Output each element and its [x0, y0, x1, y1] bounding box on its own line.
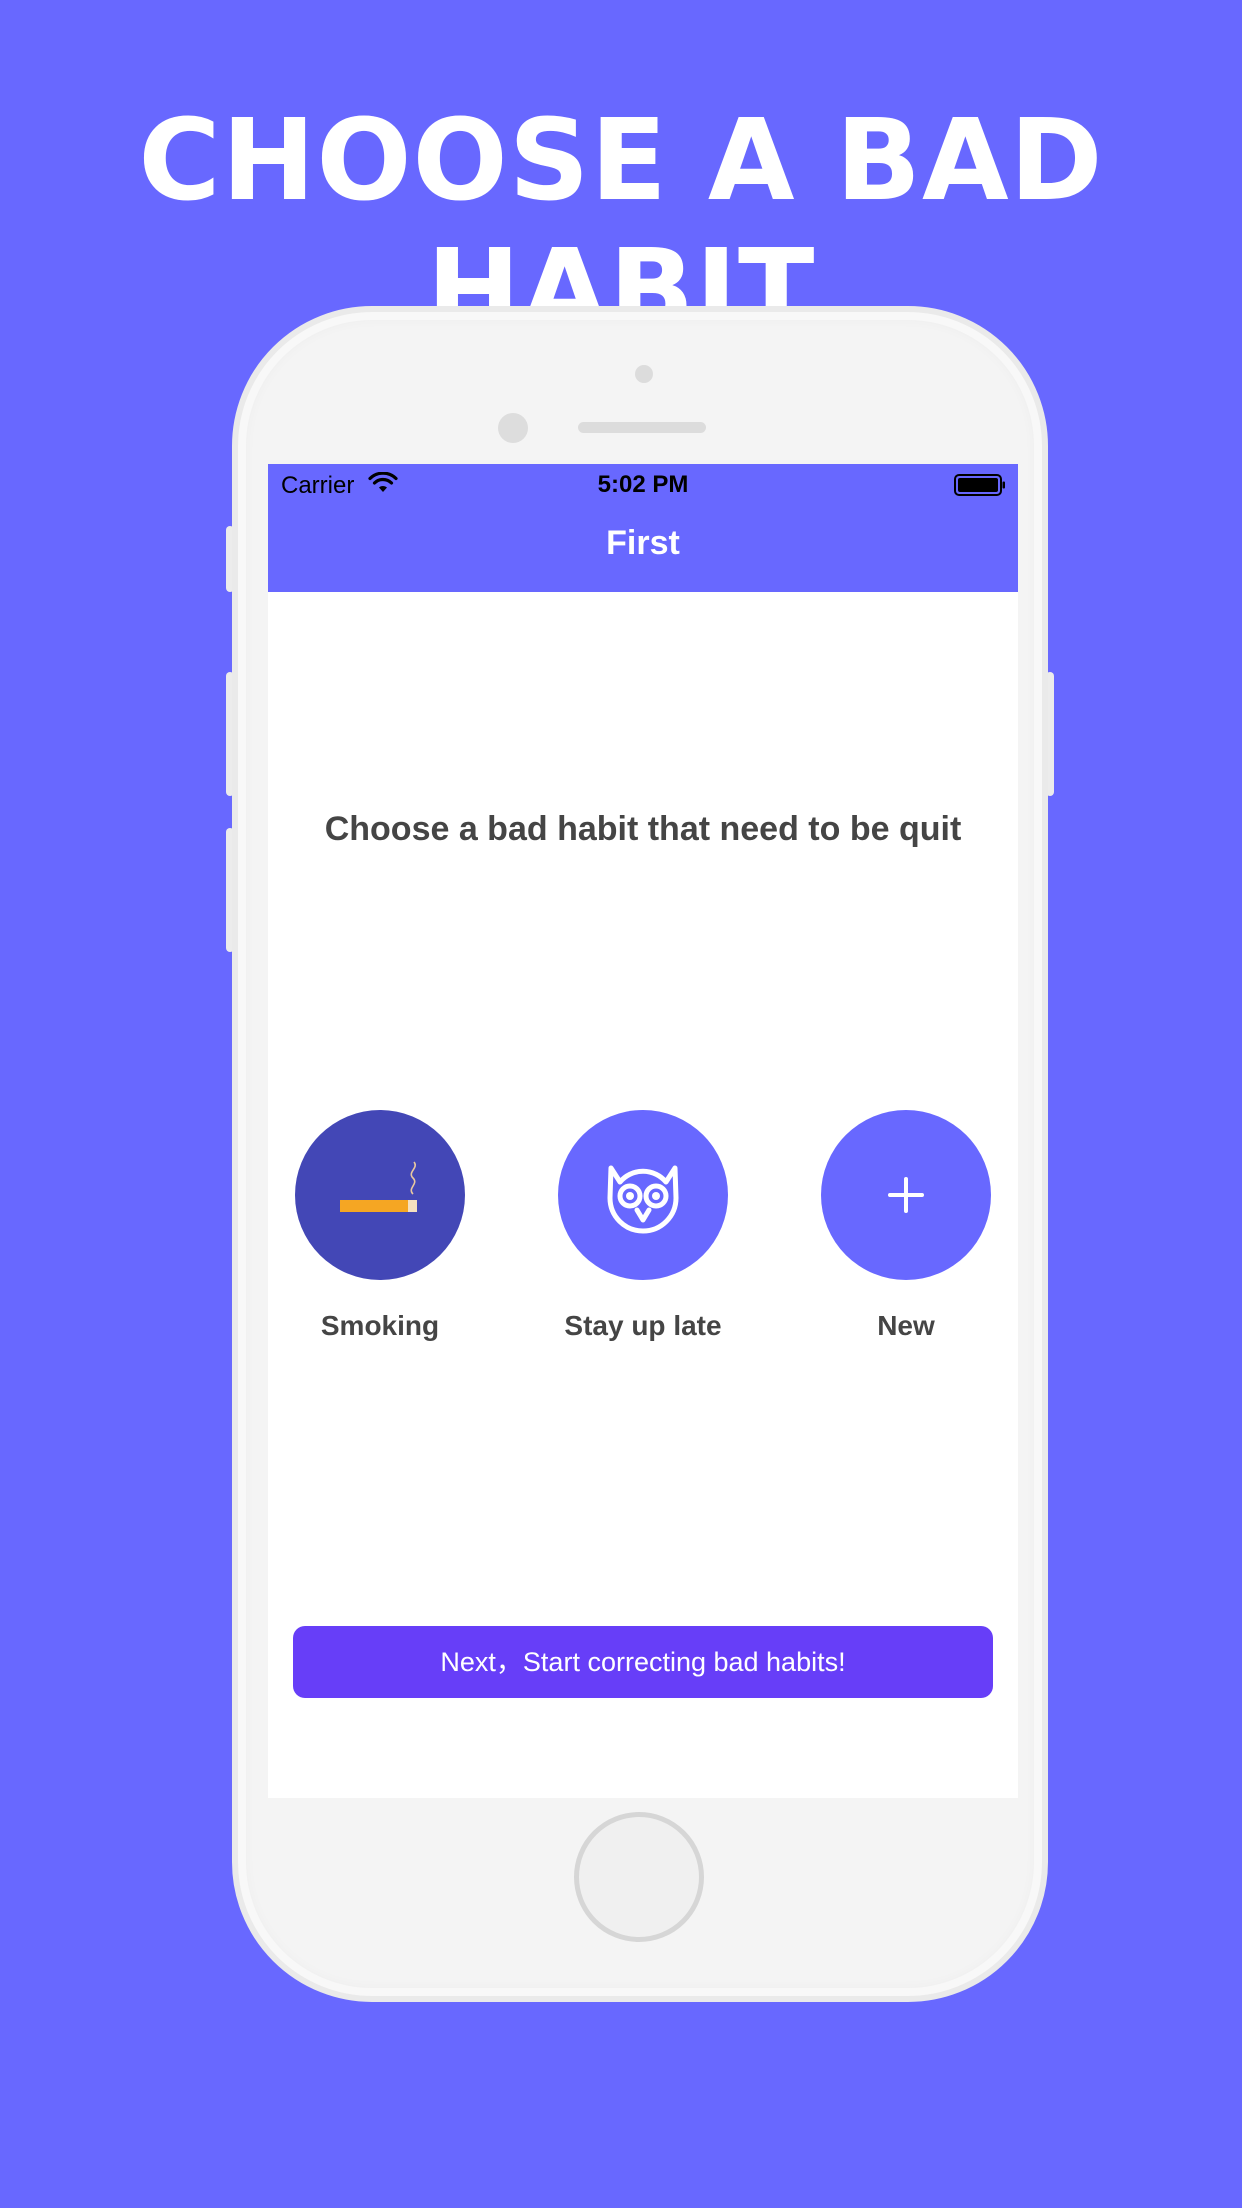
status-time: 5:02 PM [597, 471, 689, 498]
front-camera [498, 413, 528, 443]
nav-title: First [606, 524, 680, 562]
navigation-bar: Carrier 5:02 PM First [268, 464, 1018, 592]
app-screen: Carrier 5:02 PM First Choose a bad habit… [268, 464, 1018, 1798]
home-button[interactable] [574, 1812, 704, 1942]
prompt-text: Choose a bad habit that need to be quit [324, 810, 962, 848]
habit-label-new: New [877, 1310, 935, 1341]
battery-icon [954, 474, 1005, 496]
earpiece-speaker [578, 422, 706, 433]
habit-circle-stay-up-late[interactable] [558, 1110, 728, 1280]
habit-option-new[interactable]: New [821, 1110, 991, 1342]
habit-label-smoking: Smoking [320, 1310, 440, 1341]
habit-circle-new[interactable] [821, 1110, 991, 1280]
proximity-sensor [635, 365, 653, 383]
habit-option-stay-up-late[interactable]: Stay up late [558, 1110, 728, 1342]
habit-label-stay-up-late: Stay up late [564, 1310, 722, 1341]
owl-icon [607, 1165, 679, 1234]
plus-icon [888, 1177, 924, 1213]
habit-circle-smoking[interactable] [295, 1110, 465, 1280]
status-bar: Carrier 5:02 PM [268, 464, 1018, 504]
habit-option-smoking[interactable]: Smoking [295, 1110, 465, 1342]
next-button[interactable]: Next，Start correcting bad habits! [293, 1626, 993, 1698]
cigarette-icon [340, 1161, 417, 1212]
